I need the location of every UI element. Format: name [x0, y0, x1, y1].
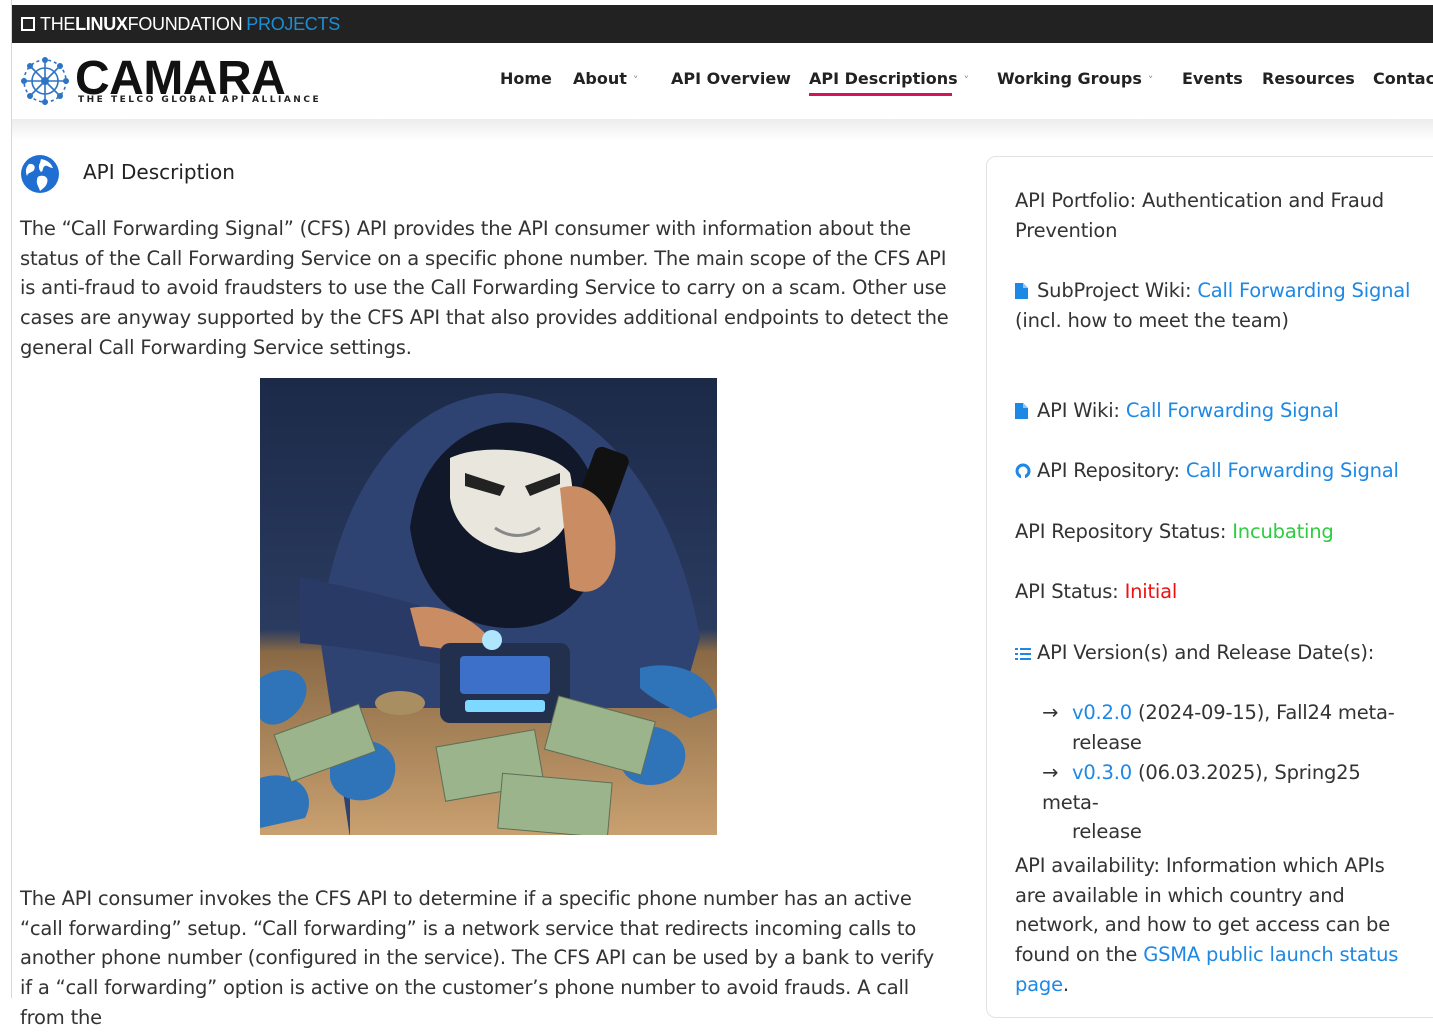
api-wiki: API Wiki: Call Forwarding Signal: [1015, 396, 1415, 426]
chevron-down-icon: ˅: [1147, 74, 1154, 87]
camara-logo-mark-icon: [21, 57, 69, 105]
lf-linux: LINUX: [75, 13, 128, 34]
fraudster-illustration: [260, 378, 717, 835]
api-status: API Status: Initial: [1015, 580, 1178, 603]
api-wiki-link[interactable]: Call Forwarding Signal: [1126, 399, 1339, 422]
arrow-right-icon: →: [1042, 701, 1059, 724]
lf-projects: PROJECTS: [246, 13, 340, 34]
subproject-wiki-link[interactable]: Call Forwarding Signal: [1197, 279, 1410, 302]
lf-foundation: FOUNDATION: [127, 13, 243, 34]
api-repository-status: API Repository Status: Incubating: [1015, 520, 1334, 543]
release-item: → v0.3.0 (06.03.2025), Spring25 meta- rel…: [1042, 758, 1412, 847]
chevron-down-icon: ˅: [963, 74, 970, 87]
list-icon: [1015, 648, 1031, 660]
body-paragraph: The API consumer invokes the CFS API to …: [20, 887, 934, 1029]
lf-the: THE: [40, 13, 76, 34]
screen-frame-top: [0, 0, 1433, 5]
document-icon: [1015, 283, 1028, 299]
page-title: API Description: [83, 160, 235, 184]
linux-foundation-bar[interactable]: THE LINUX FOUNDATION PROJECTS: [11, 5, 1433, 43]
subproject-note: (incl. how to meet the team): [1015, 308, 1289, 332]
arrow-right-icon: →: [1042, 761, 1059, 784]
intro-paragraph: The “Call Forwarding Signal” (CFS) API p…: [20, 217, 949, 359]
api-versions-heading: API Version(s) and Release Date(s):: [1015, 638, 1415, 668]
lf-square-icon: [21, 17, 35, 31]
release-version-link[interactable]: v0.2.0: [1072, 701, 1132, 724]
release-item: → v0.2.0 (2024-09-15), Fall24 meta- relea…: [1042, 698, 1412, 757]
nav-about[interactable]: About ˅: [573, 69, 638, 88]
site-header: CAMARA THE TELCO GLOBAL API ALLIANCE Hom…: [11, 43, 1433, 119]
nav-working-groups[interactable]: Working Groups ˅: [997, 69, 1153, 88]
api-repository: API Repository: Call Forwarding Signal: [1015, 456, 1415, 486]
logo-tagline: THE TELCO GLOBAL API ALLIANCE: [78, 95, 322, 105]
nav-resources[interactable]: Resources: [1262, 69, 1355, 88]
api-availability: API availability: Information which APIs…: [1015, 854, 1399, 996]
nav-api-overview[interactable]: API Overview: [671, 69, 791, 88]
screen-frame-left: [0, 0, 12, 998]
api-repository-link[interactable]: Call Forwarding Signal: [1186, 459, 1399, 482]
nav-api-descriptions[interactable]: API Descriptions ˅: [809, 69, 970, 96]
status-badge-initial: Initial: [1124, 580, 1178, 603]
subproject-wiki: SubProject Wiki: Call Forwarding Signal …: [1015, 279, 1411, 332]
chevron-down-icon: ˅: [632, 74, 639, 87]
camara-logo[interactable]: CAMARA THE TELCO GLOBAL API ALLIANCE: [19, 52, 319, 113]
nav-contact[interactable]: Contac: [1373, 69, 1433, 88]
github-icon: [1015, 463, 1031, 479]
globe-icon: [21, 155, 59, 193]
header-shadow: [11, 119, 1433, 141]
nav-home[interactable]: Home: [500, 69, 552, 88]
status-badge-incubating: Incubating: [1232, 520, 1334, 543]
nav-events[interactable]: Events: [1182, 69, 1243, 88]
api-portfolio: API Portfolio: Authentication and Fraud …: [1015, 189, 1384, 242]
nav-active-indicator: [809, 93, 952, 96]
document-icon: [1015, 403, 1028, 419]
release-version-link[interactable]: v0.3.0: [1072, 761, 1132, 784]
